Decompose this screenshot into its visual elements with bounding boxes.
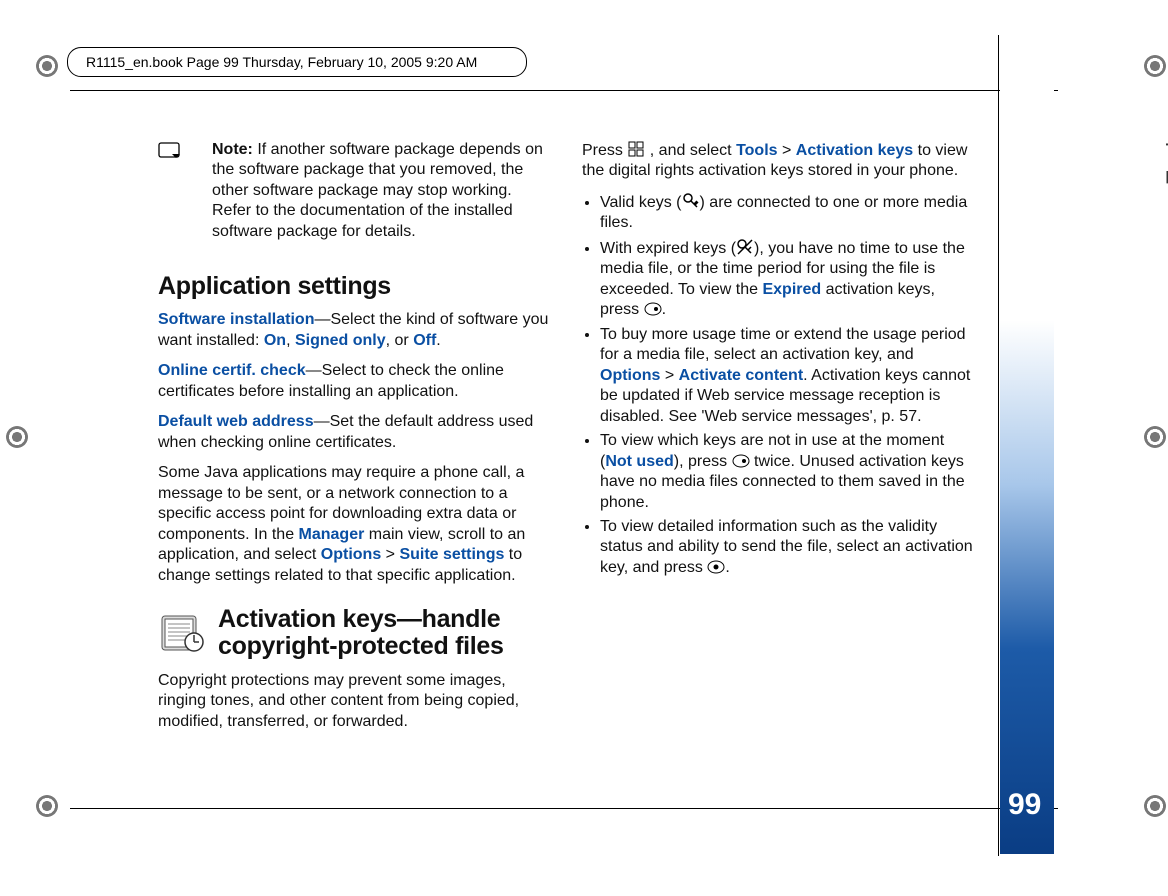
list-item: To view detailed information such as the… [600,517,978,578]
text: With expired keys ( [600,240,736,257]
option-signed-only: Signed only [295,332,386,349]
java-apps-para: Some Java applications may require a pho… [158,463,554,586]
nav-right-icon [644,302,662,316]
list-item: Valid keys () are connected to one or mo… [600,192,978,234]
text: Press [582,142,627,159]
crop-mark-icon [1144,795,1166,817]
press-para: Press , and select Tools > Activation ke… [582,140,978,182]
nav-center-icon [707,560,725,574]
default-web-address-label: Default web address [158,413,314,430]
chapter-label: Tools [1162,130,1168,184]
text: ), press [674,453,732,470]
crop-mark-icon [1144,426,1166,448]
activation-section-header: Activation keys—handle copyright-protect… [158,606,554,661]
activation-section-title: Activation keys—handle copyright-protect… [218,606,554,661]
tools-label: Tools [736,142,777,159]
activation-keys-label: Activation keys [796,142,913,159]
rule-right [998,35,999,856]
activate-content-label: Activate content [679,367,803,384]
chapter-sidebar [1000,33,1054,854]
expired-key-icon [736,238,754,256]
activation-keys-icon [158,610,206,656]
software-installation-label: Software installation [158,311,314,328]
page-content: Note: If another software package depend… [158,140,978,742]
note-block: Note: If another software package depend… [158,140,554,252]
option-off: Off [413,332,436,349]
text: Valid keys ( [600,194,682,211]
list-item: To view which keys are not in use at the… [600,431,978,513]
software-installation-para: Software installation—Select the kind of… [158,310,554,351]
text: To buy more usage time or extend the usa… [600,326,966,363]
option-on: On [264,332,286,349]
online-certif-check-label: Online certif. check [158,362,306,379]
crop-mark-icon [1144,55,1166,77]
running-header-text: R1115_en.book Page 99 Thursday, February… [86,54,477,70]
text: > [381,546,399,563]
note-icon [158,142,182,160]
right-column: Press , and select Tools > Activation ke… [582,140,978,742]
crop-mark-icon [36,795,58,817]
list-item: To buy more usage time or extend the usa… [600,325,978,427]
suite-settings-label: Suite settings [399,546,504,563]
running-header: R1115_en.book Page 99 Thursday, February… [67,47,527,77]
rule-bottom [70,808,1058,809]
online-certif-check-para: Online certif. check—Select to check the… [158,361,554,402]
options-label: Options [600,367,660,384]
text: To view detailed information such as the… [600,518,973,576]
left-column: Note: If another software package depend… [158,140,554,742]
note-body: If another software package depends on t… [212,141,543,240]
note-text: Note: If another software package depend… [186,140,554,242]
copyright-para: Copyright protections may prevent some i… [158,671,554,732]
application-settings-heading: Application settings [158,270,554,302]
expired-label: Expired [762,281,821,298]
page-number: 99 [1008,788,1041,822]
text: > [778,142,796,159]
text: > [660,367,678,384]
note-label: Note: [212,141,253,158]
manager-label: Manager [299,526,365,543]
crop-mark-icon [6,426,28,448]
rule-top [70,90,1058,91]
text: . [662,301,666,318]
nav-right-icon [732,454,750,468]
text: . [725,559,729,576]
crop-mark-icon [36,55,58,77]
not-used-label: Not used [605,453,673,470]
activation-list: Valid keys () are connected to one or mo… [582,192,978,578]
menu-key-icon [627,140,645,158]
default-web-address-para: Default web address—Set the default addr… [158,412,554,453]
list-item: With expired keys (), you have no time t… [600,238,978,321]
text: , and select [645,142,736,159]
valid-key-icon [682,192,700,210]
options-label: Options [321,546,381,563]
